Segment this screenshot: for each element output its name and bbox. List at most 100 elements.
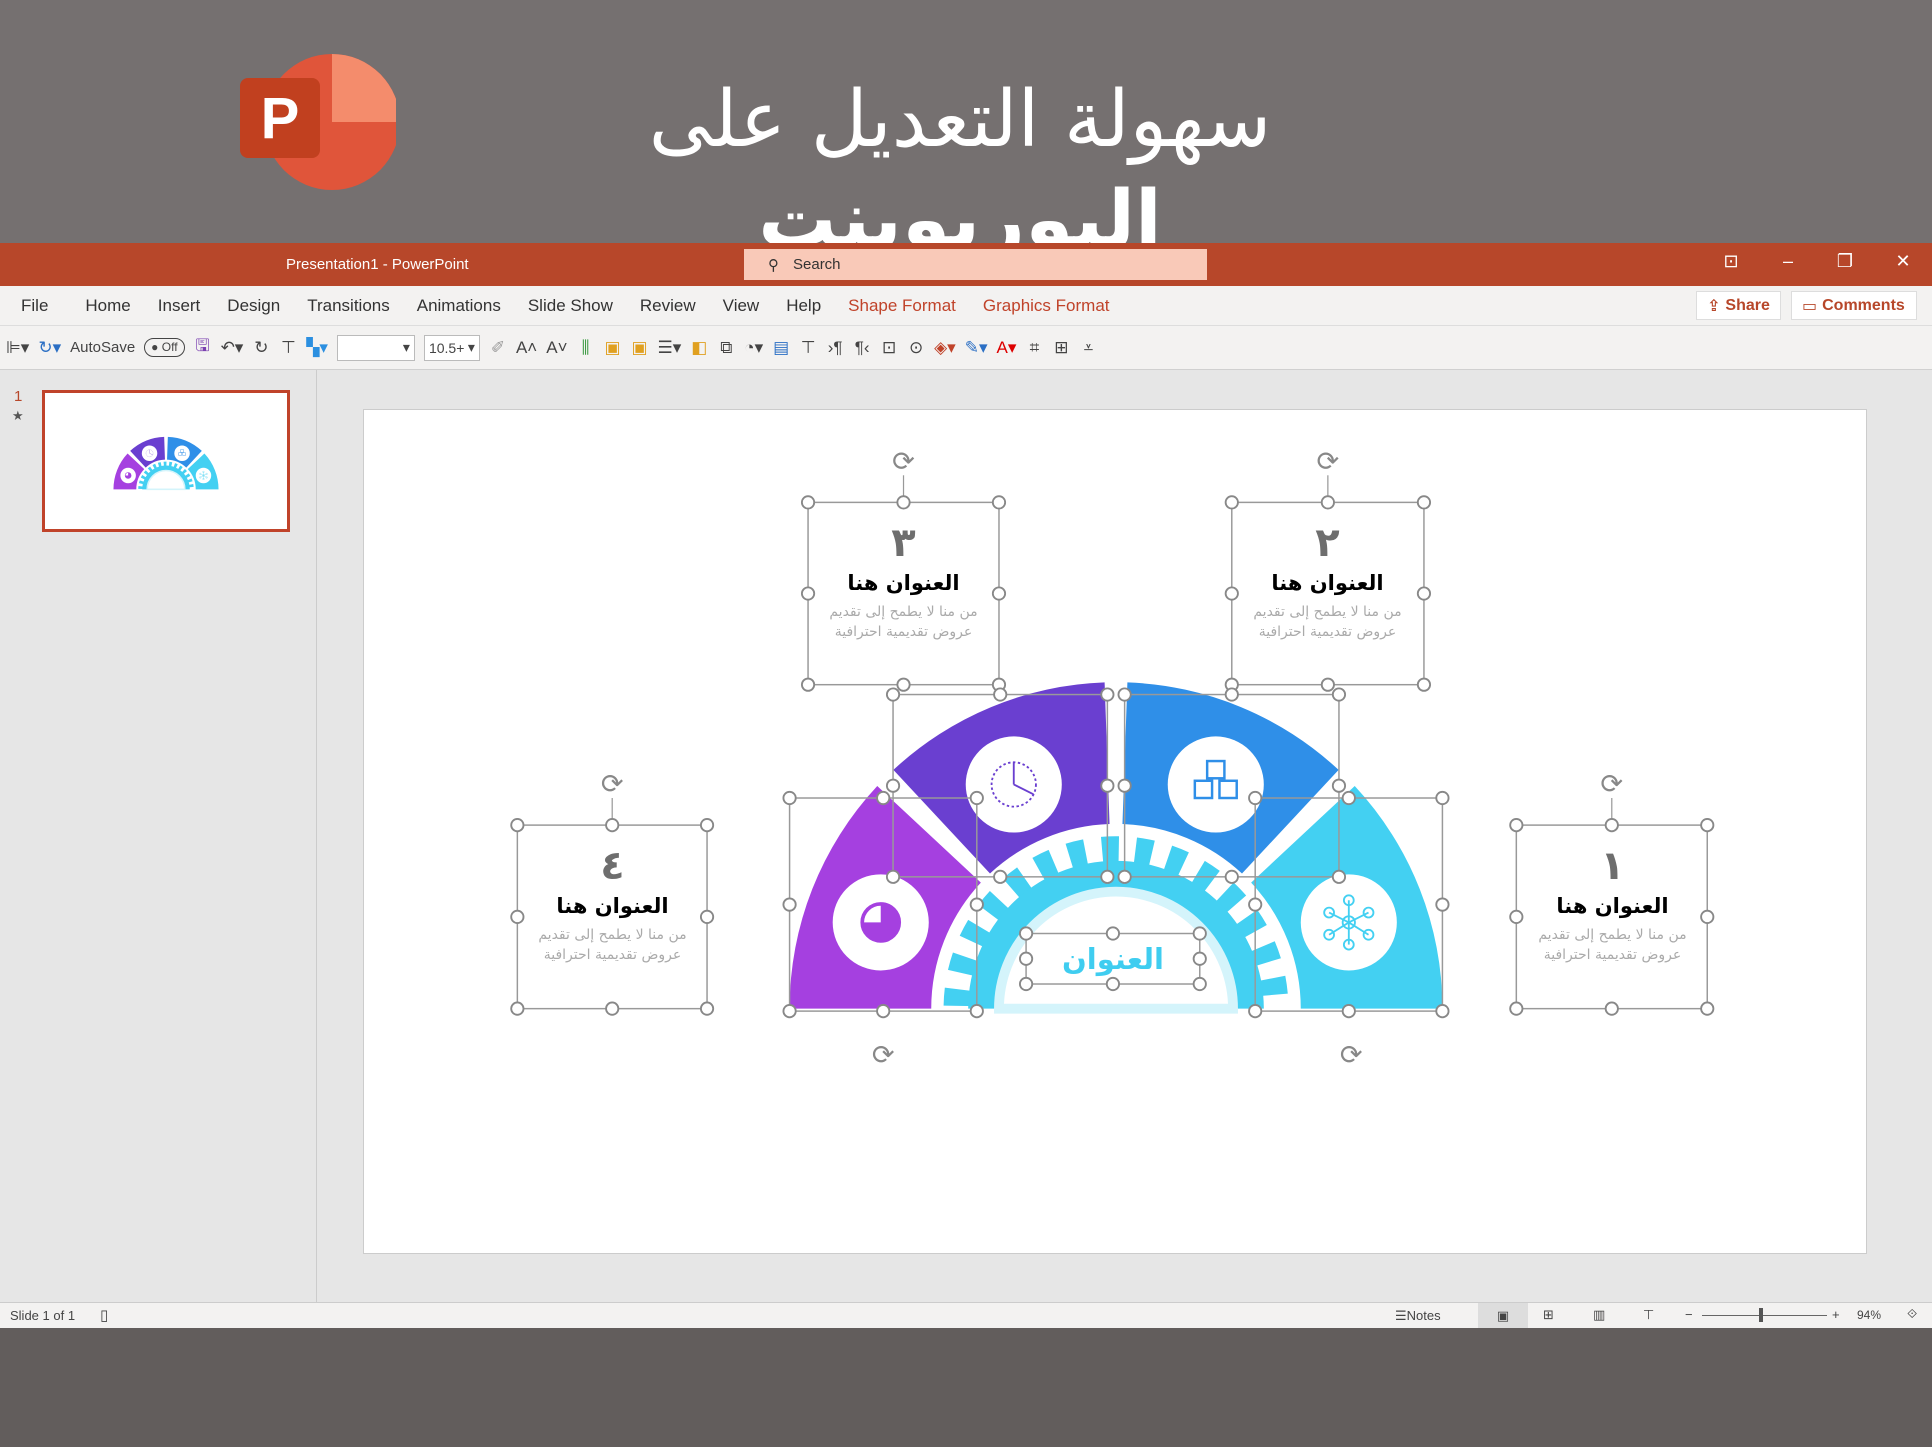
- zoom-out-icon[interactable]: −: [1685, 1307, 1693, 1322]
- bring-forward-icon[interactable]: ▣: [604, 338, 622, 358]
- undo-icon[interactable]: ↶▾: [221, 338, 244, 358]
- zoom-icon[interactable]: ⊙: [907, 338, 925, 358]
- slide-canvas[interactable]: ⟳ ⟳ ⟳ ⟳ ⟳ ⟳ ٣ العنوان هنا من منا لا يطمح إلى …: [363, 409, 1867, 1254]
- save-icon[interactable]: 🖫: [194, 333, 212, 362]
- tab-help[interactable]: Help: [786, 296, 821, 316]
- shapes-icon[interactable]: ◔▾: [744, 338, 763, 358]
- ltr-icon[interactable]: ›¶: [826, 338, 844, 358]
- notes-button[interactable]: ☰Notes: [1395, 1308, 1441, 1324]
- resize-handle[interactable]: [605, 1001, 620, 1016]
- rotate-handle-icon[interactable]: ⟳: [601, 768, 624, 799]
- resize-handle[interactable]: [782, 1004, 797, 1019]
- close-icon[interactable]: ✕: [1888, 251, 1918, 272]
- resize-handle[interactable]: [1100, 778, 1115, 793]
- font-color-icon[interactable]: A▾: [997, 338, 1017, 358]
- resize-handle[interactable]: [1248, 790, 1263, 806]
- resize-handle[interactable]: [1248, 1004, 1263, 1019]
- presenter-icon[interactable]: ⊤: [799, 338, 817, 358]
- resize-handle[interactable]: [1435, 1004, 1450, 1019]
- share-button[interactable]: ⇪ Share: [1696, 291, 1781, 320]
- resize-handle[interactable]: [1604, 1001, 1619, 1016]
- resize-handle[interactable]: [800, 677, 816, 692]
- resize-handle[interactable]: [885, 869, 901, 884]
- tab-view[interactable]: View: [723, 296, 760, 316]
- tab-file[interactable]: File: [21, 296, 48, 316]
- zoom-slider-thumb[interactable]: [1759, 1308, 1763, 1322]
- reading-view-icon[interactable]: ▥: [1593, 1307, 1605, 1323]
- resize-handle[interactable]: [1435, 897, 1450, 912]
- tab-design[interactable]: Design: [227, 296, 280, 316]
- resize-handle[interactable]: [969, 790, 984, 806]
- resize-handle[interactable]: [885, 778, 901, 793]
- font-name-select[interactable]: ▾: [336, 334, 415, 361]
- rotate-handle-icon[interactable]: ⟳: [872, 1039, 895, 1070]
- accessibility-icon[interactable]: ▯: [100, 1306, 108, 1324]
- picture-icon[interactable]: ⊡: [880, 338, 898, 358]
- resize-handle[interactable]: [1224, 869, 1239, 884]
- resize-handle[interactable]: [969, 1004, 984, 1019]
- resize-handle[interactable]: [885, 687, 901, 702]
- format-painter-icon[interactable]: ✐: [489, 338, 507, 358]
- ribbon-display-icon[interactable]: ⊡: [1716, 251, 1746, 272]
- slide-thumbnail[interactable]: [42, 390, 290, 532]
- resize-handle[interactable]: [1341, 1004, 1356, 1019]
- tab-animations[interactable]: Animations: [417, 296, 501, 316]
- increase-font-icon[interactable]: A˄: [516, 338, 537, 358]
- rotate-handle-icon[interactable]: ⟳: [1340, 1039, 1363, 1070]
- resize-handle[interactable]: [1509, 1001, 1524, 1016]
- slide-sorter-icon[interactable]: ⊞: [1543, 1307, 1554, 1323]
- resize-handle[interactable]: [993, 869, 1008, 884]
- resize-handle[interactable]: [1320, 677, 1335, 692]
- resize-handle[interactable]: [1117, 778, 1132, 793]
- zoom-level[interactable]: 94%: [1857, 1308, 1881, 1322]
- resize-handle[interactable]: [782, 897, 797, 912]
- tab-insert[interactable]: Insert: [158, 296, 201, 316]
- bullets-icon[interactable]: ☰▾: [658, 338, 682, 358]
- resize-handle[interactable]: [896, 677, 911, 692]
- selection-icon[interactable]: ⊞: [1052, 338, 1070, 358]
- shape-icon[interactable]: ◧: [690, 338, 708, 358]
- resize-handle[interactable]: [1224, 687, 1239, 702]
- font-size-select[interactable]: 10.5+ ▾: [423, 334, 480, 361]
- resize-handle[interactable]: [876, 1004, 891, 1019]
- shape-fill-icon[interactable]: ◈▾: [934, 338, 956, 358]
- tab-review[interactable]: Review: [640, 296, 696, 316]
- resize-handle[interactable]: [782, 790, 797, 806]
- tab-transitions[interactable]: Transitions: [307, 296, 390, 316]
- resize-handle[interactable]: [969, 897, 984, 912]
- center-title[interactable]: العنوان: [1026, 934, 1200, 985]
- resize-handle[interactable]: [1435, 790, 1450, 806]
- zoom-in-icon[interactable]: +: [1832, 1307, 1840, 1322]
- resize-handle[interactable]: [1341, 790, 1356, 806]
- tab-slide-show[interactable]: Slide Show: [528, 296, 613, 316]
- send-backward-icon[interactable]: ▣: [631, 338, 649, 358]
- minimize-icon[interactable]: –: [1773, 251, 1803, 272]
- resize-handle[interactable]: [1416, 677, 1432, 692]
- resize-handle[interactable]: [1331, 778, 1347, 793]
- resize-handle[interactable]: [1700, 1001, 1715, 1016]
- present-icon[interactable]: ⊤: [279, 338, 297, 358]
- resize-handle[interactable]: [1248, 897, 1263, 912]
- textbox-icon[interactable]: ▤: [772, 338, 790, 358]
- zoom-slider[interactable]: [1702, 1315, 1827, 1316]
- rotate-icon[interactable]: ↻▾: [38, 338, 61, 358]
- resize-handle[interactable]: [876, 790, 891, 806]
- align-icon[interactable]: ⊫▾: [6, 338, 29, 358]
- resize-handle[interactable]: [1100, 869, 1115, 884]
- search-box[interactable]: ⚲ Search: [744, 249, 1207, 280]
- color-fill-icon[interactable]: ▚▾: [306, 338, 328, 358]
- tab-shape-format[interactable]: Shape Format: [848, 296, 956, 316]
- tab-home[interactable]: Home: [85, 296, 130, 316]
- text-box-3[interactable]: ٣ العنوان هنا من منا لا يطمح إلى تقديم ع…: [808, 502, 999, 642]
- fit-slide-icon[interactable]: ⟐: [1907, 1306, 1917, 1322]
- shape-outline-icon[interactable]: ✎▾: [965, 338, 988, 358]
- rtl-icon[interactable]: ¶‹: [853, 338, 871, 358]
- rotate-handle-icon[interactable]: ⟳: [892, 445, 915, 476]
- comments-button[interactable]: ▭ Comments: [1791, 291, 1917, 320]
- resize-handle[interactable]: [699, 1001, 715, 1016]
- tab-graphics-format[interactable]: Graphics Format: [983, 296, 1110, 316]
- rotate-handle-icon[interactable]: ⟳: [1600, 768, 1623, 799]
- resize-handle[interactable]: [993, 687, 1008, 702]
- crop-icon[interactable]: ⌗: [1025, 338, 1043, 358]
- resize-handle[interactable]: [1117, 869, 1132, 884]
